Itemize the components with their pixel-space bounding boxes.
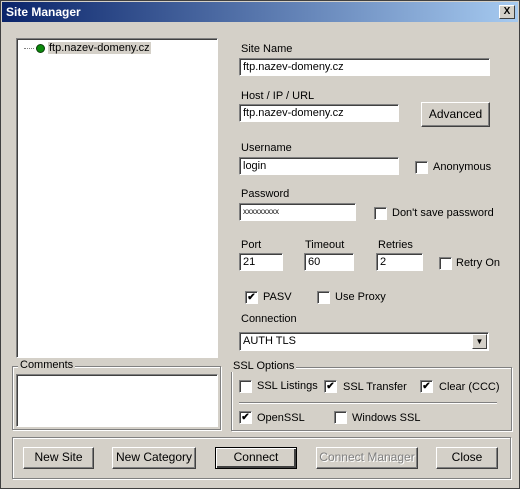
ssl-transfer-label: SSL Transfer bbox=[343, 381, 407, 393]
comments-textarea[interactable] bbox=[16, 374, 218, 427]
retry-on-checkbox[interactable] bbox=[439, 257, 452, 270]
port-input[interactable]: 21 bbox=[239, 253, 283, 271]
pasv-label: PASV bbox=[263, 291, 292, 303]
pasv-checkbox[interactable]: ✔ bbox=[245, 291, 258, 304]
dont-save-password-label: Don't save password bbox=[392, 207, 494, 219]
ssl-options-label: SSL Options bbox=[231, 360, 297, 372]
window-title: Site Manager bbox=[6, 5, 81, 19]
username-input[interactable]: login bbox=[239, 157, 399, 175]
dont-save-password-checkbox[interactable] bbox=[374, 207, 387, 220]
clear-ccc-checkbox[interactable]: ✔ bbox=[420, 380, 433, 393]
retries-label: Retries bbox=[378, 239, 413, 251]
connection-select-value: AUTH TLS bbox=[243, 335, 296, 347]
timeout-input[interactable]: 60 bbox=[304, 253, 354, 271]
username-label: Username bbox=[241, 142, 292, 154]
server-icon bbox=[36, 43, 45, 53]
advanced-button[interactable]: Advanced bbox=[421, 102, 490, 127]
site-manager-window: Site Manager X ftp.nazev-domeny.cz Comme… bbox=[0, 0, 520, 489]
windows-ssl-label: Windows SSL bbox=[352, 412, 421, 424]
use-proxy-label: Use Proxy bbox=[335, 291, 386, 303]
tree-connector bbox=[24, 47, 34, 49]
new-site-button[interactable]: New Site bbox=[23, 447, 94, 469]
ssl-transfer-checkbox[interactable]: ✔ bbox=[324, 380, 337, 393]
host-label: Host / IP / URL bbox=[241, 90, 315, 102]
ssl-listings-checkbox[interactable] bbox=[239, 380, 252, 393]
retry-on-label: Retry On bbox=[456, 257, 501, 269]
tree-item-site[interactable]: ftp.nazev-domeny.cz bbox=[24, 42, 151, 54]
site-name-label: Site Name bbox=[241, 43, 293, 55]
connect-button[interactable]: Connect bbox=[215, 447, 297, 469]
password-label: Password bbox=[241, 188, 290, 200]
clear-ccc-label: Clear (CCC) bbox=[439, 381, 500, 393]
windows-ssl-checkbox[interactable] bbox=[334, 411, 347, 424]
openssl-label: OpenSSL bbox=[257, 412, 305, 424]
site-tree[interactable]: ftp.nazev-domeny.cz bbox=[16, 38, 218, 358]
openssl-checkbox[interactable]: ✔ bbox=[239, 411, 252, 424]
title-bar[interactable]: Site Manager X bbox=[2, 2, 518, 22]
close-button[interactable]: Close bbox=[436, 447, 498, 469]
tree-item-label: ftp.nazev-domeny.cz bbox=[48, 42, 151, 54]
connection-select[interactable]: AUTH TLS ▼ bbox=[239, 332, 489, 351]
anonymous-checkbox[interactable] bbox=[415, 161, 428, 174]
close-window-button[interactable]: X bbox=[499, 5, 515, 19]
connect-manager-button[interactable]: Connect Manager bbox=[316, 447, 418, 469]
ssl-listings-label: SSL Listings bbox=[257, 380, 318, 392]
ssl-separator bbox=[239, 402, 497, 404]
connection-label: Connection bbox=[241, 313, 297, 325]
retries-input[interactable]: 2 bbox=[376, 253, 423, 271]
new-category-button[interactable]: New Category bbox=[112, 447, 196, 469]
comments-label: Comments bbox=[18, 359, 76, 371]
chevron-down-icon[interactable]: ▼ bbox=[472, 334, 487, 349]
password-input[interactable]: xxxxxxxxx bbox=[239, 203, 356, 221]
use-proxy-checkbox[interactable] bbox=[317, 291, 330, 304]
timeout-label: Timeout bbox=[305, 239, 345, 251]
host-input[interactable]: ftp.nazev-domeny.cz bbox=[239, 104, 399, 122]
port-label: Port bbox=[241, 239, 262, 251]
anonymous-label: Anonymous bbox=[433, 161, 492, 173]
site-name-input[interactable]: ftp.nazev-domeny.cz bbox=[239, 58, 490, 76]
